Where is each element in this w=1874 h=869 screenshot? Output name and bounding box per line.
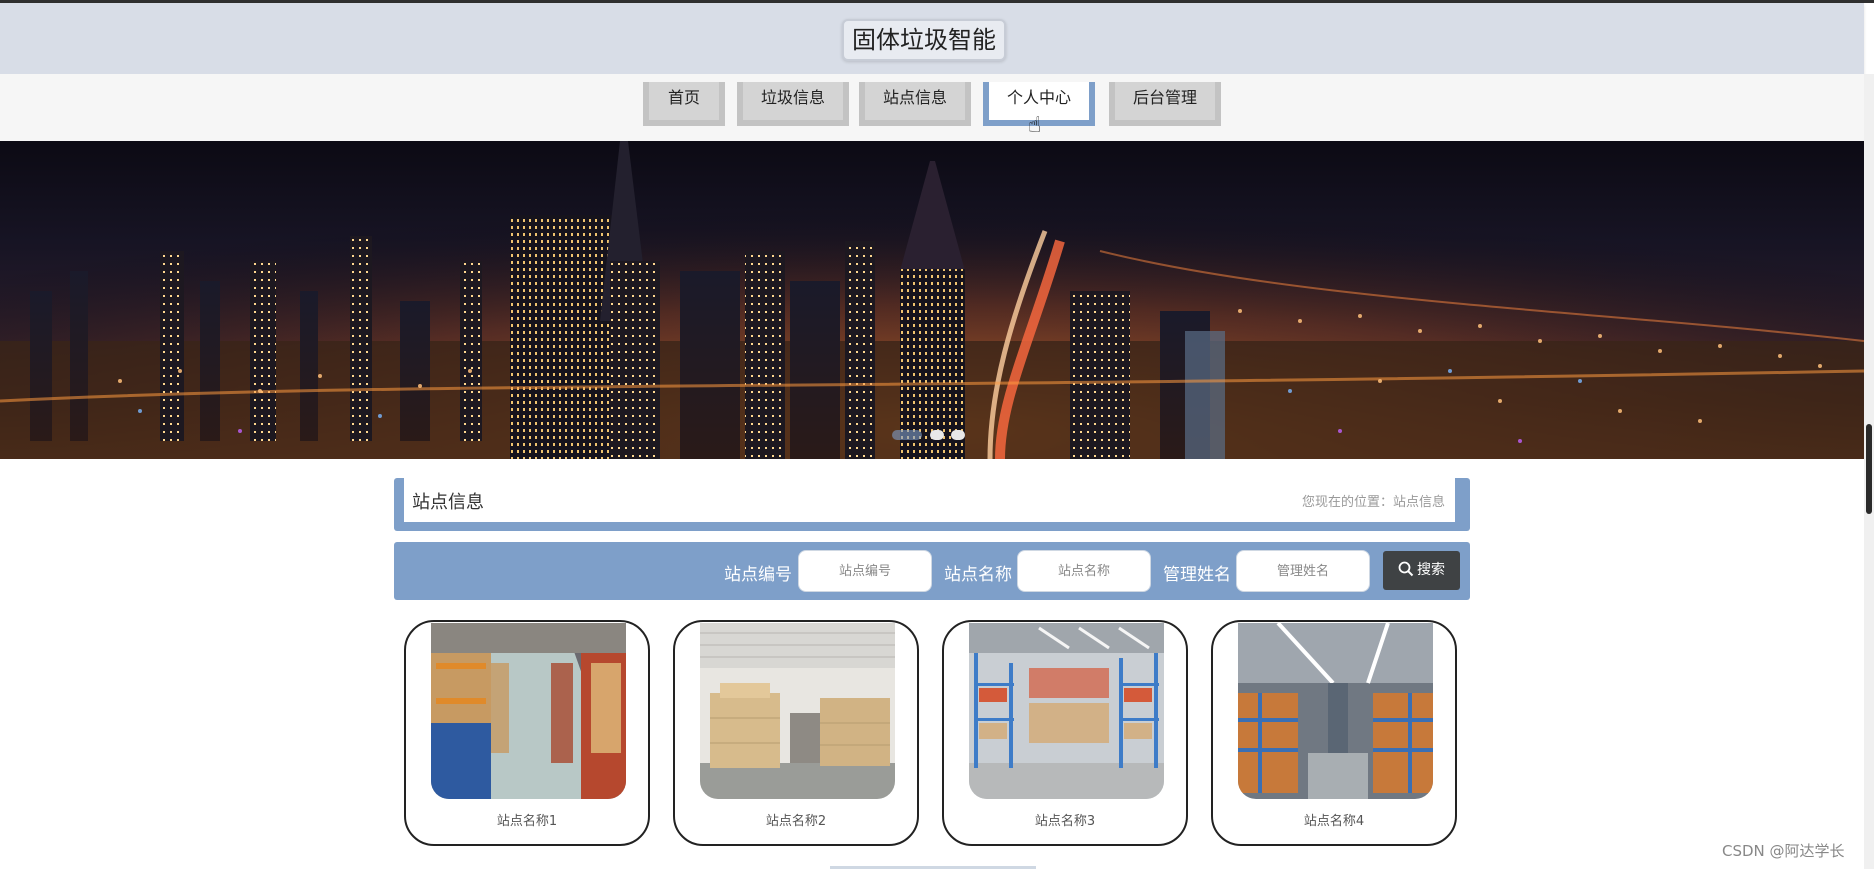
section-header: 站点信息 您现在的位置：站点信息 <box>394 478 1470 531</box>
breadcrumb-location: 您现在的位置：站点信息 <box>1301 495 1445 510</box>
station-card[interactable]: 站点名称1 <box>404 620 650 846</box>
station-number-input[interactable] <box>798 550 932 592</box>
station-name-label: 站点名称 <box>944 565 1012 585</box>
station-name-input[interactable] <box>1017 550 1151 592</box>
station-name: 站点名称1 <box>496 814 558 829</box>
nav-item-station-info[interactable]: 站点信息 <box>859 82 971 126</box>
station-image[interactable] <box>700 623 895 799</box>
scrollbar-thumb[interactable] <box>1866 424 1872 514</box>
search-icon <box>1398 561 1414 577</box>
station-name: 站点名称3 <box>1034 814 1096 829</box>
site-title: 固体垃圾智能 <box>842 19 1006 61</box>
search-button-label: 搜索 <box>1417 562 1445 578</box>
carousel-dot-2[interactable] <box>930 430 944 440</box>
nav-item-home[interactable]: 首页 <box>643 82 725 126</box>
station-name: 站点名称4 <box>1303 814 1365 829</box>
nav-item-garbage-info[interactable]: 垃圾信息 <box>737 82 849 126</box>
station-image[interactable] <box>1238 623 1433 799</box>
city-night-skyline-image <box>0 141 1864 459</box>
search-bar: 站点编号 站点名称 管理姓名 搜索 <box>394 542 1470 600</box>
watermark: CSDN @阿达学长 <box>1722 842 1845 860</box>
nav-item-admin[interactable]: 后台管理 <box>1109 82 1221 126</box>
page-scrollbar[interactable] <box>1864 74 1874 869</box>
hero-banner <box>0 141 1864 459</box>
section-header-panel: 站点信息 您现在的位置：站点信息 <box>404 478 1455 522</box>
manager-name-label: 管理姓名 <box>1163 565 1231 585</box>
station-card[interactable]: 站点名称3 <box>942 620 1188 846</box>
station-name: 站点名称2 <box>765 814 827 829</box>
section-title: 站点信息 <box>412 492 484 513</box>
carousel-dot-1[interactable] <box>892 430 922 440</box>
main-nav: 首页 垃圾信息 站点信息 个人中心 后台管理 <box>0 74 1864 141</box>
search-button[interactable]: 搜索 <box>1383 551 1460 590</box>
hand-cursor-icon: ☝ <box>1028 113 1042 138</box>
carousel-dot-3[interactable] <box>951 430 965 440</box>
station-image[interactable] <box>969 623 1164 799</box>
station-card[interactable]: 站点名称2 <box>673 620 919 846</box>
site-header: 固体垃圾智能 <box>0 3 1864 74</box>
manager-name-input[interactable] <box>1236 550 1370 592</box>
station-number-label: 站点编号 <box>724 565 792 585</box>
station-image[interactable] <box>431 623 626 799</box>
station-card[interactable]: 站点名称4 <box>1211 620 1457 846</box>
